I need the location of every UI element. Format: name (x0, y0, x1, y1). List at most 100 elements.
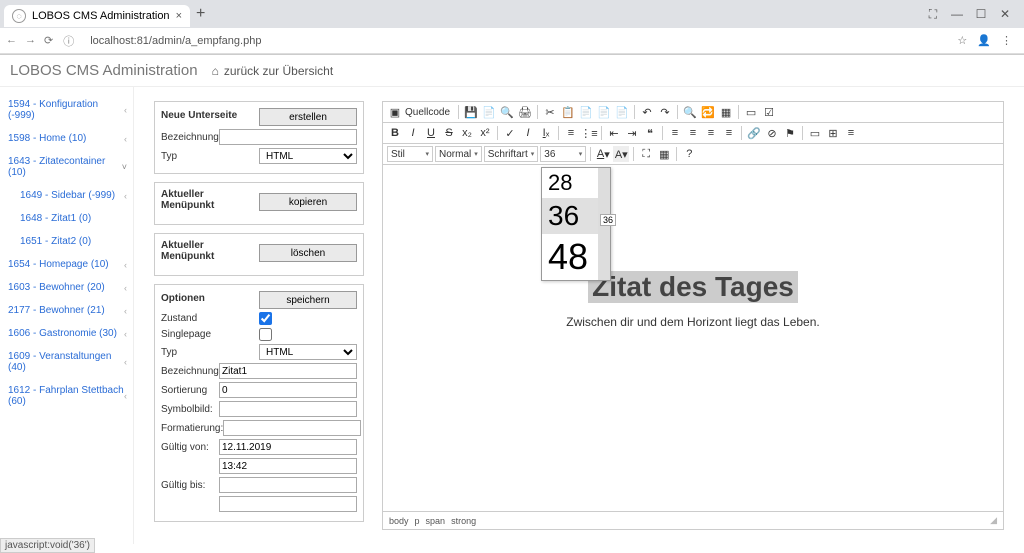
italic-icon[interactable]: I (405, 125, 421, 141)
symbolbild-input[interactable] (219, 401, 357, 417)
gueltig-von-time-input[interactable] (219, 458, 357, 474)
hr-icon[interactable]: ≡ (843, 125, 859, 141)
document-subtitle[interactable]: Zwischen dir und dem Horizont liegt das … (403, 315, 983, 329)
cut-icon[interactable]: ✂ (542, 104, 558, 120)
sidebar-item-zitat2[interactable]: 1651 - Zitat2 (0) (0, 230, 133, 253)
typ-select[interactable]: HTML (259, 148, 357, 164)
image-icon[interactable]: ▭ (807, 125, 823, 141)
minimize-icon[interactable]: — (950, 7, 964, 21)
underline-icon[interactable]: U (423, 125, 439, 141)
close-icon[interactable]: × (176, 10, 182, 22)
indent-icon[interactable]: ⇥ (624, 125, 640, 141)
profile-icon[interactable]: 👤 (977, 34, 991, 47)
preview-icon[interactable]: 🔍 (499, 104, 515, 120)
text-color-icon[interactable]: A▾ (595, 146, 611, 162)
zustand-checkbox[interactable] (259, 312, 272, 325)
font-combo[interactable]: Schriftart▾ (484, 146, 539, 162)
sidebar-item-homepage[interactable]: 1654 - Homepage (10)‹ (0, 253, 133, 276)
form-icon[interactable]: ▭ (743, 104, 759, 120)
star-icon[interactable]: ☆ (957, 34, 967, 47)
style-combo[interactable]: Stil▾ (387, 146, 433, 162)
size-combo[interactable]: 36▾ (540, 146, 586, 162)
sortierung-input[interactable] (219, 382, 357, 398)
new-icon[interactable]: 📄 (481, 104, 497, 120)
align-center-icon[interactable]: ≡ (685, 125, 701, 141)
sidebar-item-gastronomie[interactable]: 1606 - Gastronomie (30)‹ (0, 322, 133, 345)
copy-icon[interactable]: 📋 (560, 104, 576, 120)
gueltig-bis-date-input[interactable] (219, 477, 357, 493)
back-icon[interactable]: ← (6, 34, 17, 47)
save-button[interactable]: speichern (259, 291, 357, 309)
tag-body[interactable]: body (389, 516, 409, 526)
blocks-icon[interactable]: ▦ (656, 146, 672, 162)
bg-color-icon[interactable]: A▾ (613, 146, 629, 162)
address-input[interactable]: localhost:81/admin/a_empfang.php (84, 35, 947, 47)
help-icon[interactable]: ? (681, 146, 697, 162)
outdent-icon[interactable]: ⇤ (606, 125, 622, 141)
tag-p[interactable]: p (415, 516, 420, 526)
document-heading[interactable]: Zitat des Tages (588, 271, 798, 303)
sidebar-item-bewohner-20[interactable]: 1603 - Bewohner (20)‹ (0, 276, 133, 299)
reload-icon[interactable]: ⟳ (44, 34, 53, 47)
browser-tab[interactable]: ◌ LOBOS CMS Administration × (4, 5, 190, 27)
options-typ-select[interactable]: HTML (259, 344, 357, 360)
editor-content-area[interactable]: 28 36 48 36 Zitat des Tages Zwischen dir… (383, 165, 1003, 511)
back-to-overview-link[interactable]: ⌂ zurück zur Übersicht (212, 64, 334, 78)
checkbox-icon[interactable]: ☑ (761, 104, 777, 120)
sidebar-item-zitat1[interactable]: 1648 - Zitat1 (0) (0, 207, 133, 230)
sidebar-item-sidebar[interactable]: 1649 - Sidebar (-999)‹ (0, 184, 133, 207)
align-right-icon[interactable]: ≡ (703, 125, 719, 141)
clear-icon[interactable]: Iₓ (538, 125, 554, 141)
redo-icon[interactable]: ↷ (657, 104, 673, 120)
removeformat-icon[interactable]: ✓ (502, 125, 518, 141)
paste-word-icon[interactable]: 📄 (614, 104, 630, 120)
table-icon[interactable]: ⊞ (825, 125, 841, 141)
bold-icon[interactable]: B (387, 125, 403, 141)
delete-button[interactable]: löschen (259, 244, 357, 262)
format-icon[interactable]: I (520, 125, 536, 141)
replace-icon[interactable]: 🔁 (700, 104, 716, 120)
numlist-icon[interactable]: ≡ (563, 125, 579, 141)
print-icon[interactable]: 🖨 (517, 104, 533, 120)
size-option-48[interactable]: 48 (542, 234, 598, 280)
save-icon[interactable]: 💾 (463, 104, 479, 120)
sidebar-item-veranstaltungen[interactable]: 1609 - Veranstaltungen (40)‹ (0, 345, 133, 379)
sidebar-item-home[interactable]: 1598 - Home (10)‹ (0, 127, 133, 150)
copy-button[interactable]: kopieren (259, 193, 357, 211)
maximize-icon[interactable]: ☐ (974, 7, 988, 21)
formatierung-input[interactable] (223, 420, 361, 436)
anchor-icon[interactable]: ⚑ (782, 125, 798, 141)
bullist-icon[interactable]: ⋮≡ (581, 125, 597, 141)
sidebar-item-bewohner-21[interactable]: 2177 - Bewohner (21)‹ (0, 299, 133, 322)
menu-icon[interactable]: ⋮ (1001, 34, 1012, 47)
link-icon[interactable]: 🔗 (746, 125, 762, 141)
bezeichnung-input[interactable] (219, 129, 357, 145)
subscript-icon[interactable]: x₂ (459, 125, 475, 141)
paste-icon[interactable]: 📄 (578, 104, 594, 120)
selectall-icon[interactable]: ▦ (718, 104, 734, 120)
quellcode-label[interactable]: Quellcode (405, 107, 450, 118)
window-close-icon[interactable]: ✕ (998, 7, 1012, 21)
strike-icon[interactable]: S (441, 125, 457, 141)
maximize-editor-icon[interactable]: ⛶ (638, 146, 654, 162)
format-combo[interactable]: Normal▾ (435, 146, 482, 162)
info-icon[interactable]: ⓘ (63, 33, 74, 49)
new-tab-button[interactable]: + (196, 5, 205, 23)
gueltig-bis-time-input[interactable] (219, 496, 357, 512)
superscript-icon[interactable]: x² (477, 125, 493, 141)
align-left-icon[interactable]: ≡ (667, 125, 683, 141)
unlink-icon[interactable]: ⊘ (764, 125, 780, 141)
find-icon[interactable]: 🔍 (682, 104, 698, 120)
create-button[interactable]: erstellen (259, 108, 357, 126)
expand-icon[interactable]: ⛶ (926, 7, 940, 22)
sidebar-item-konfiguration[interactable]: 1594 - Konfiguration (-999)‹ (0, 93, 133, 127)
source-icon[interactable]: ▣ (387, 104, 403, 120)
tag-strong[interactable]: strong (451, 516, 476, 526)
options-bezeichnung-input[interactable] (219, 363, 357, 379)
sidebar-item-zitatecontainer[interactable]: 1643 - Zitatecontainer (10)˅ (0, 150, 133, 184)
forward-icon[interactable]: → (25, 34, 36, 47)
tag-span[interactable]: span (426, 516, 446, 526)
size-option-36[interactable]: 36 (542, 198, 598, 234)
gueltig-von-date-input[interactable] (219, 439, 357, 455)
align-justify-icon[interactable]: ≡ (721, 125, 737, 141)
